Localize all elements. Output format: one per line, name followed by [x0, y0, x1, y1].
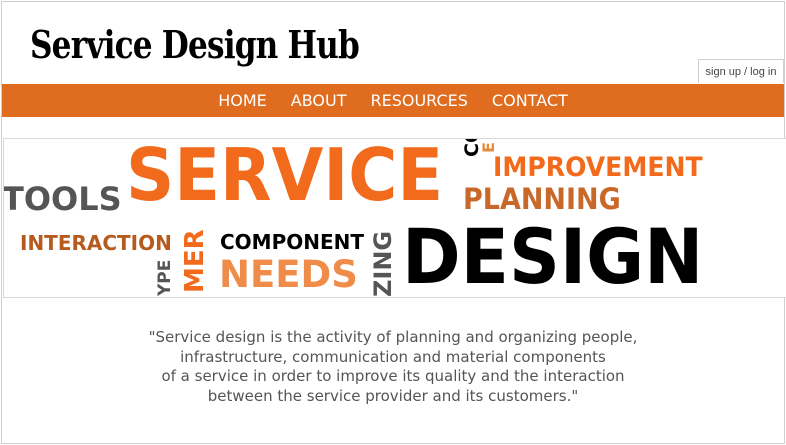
- word-needs: NEEDS: [219, 253, 358, 296]
- word-planning: PLANNING: [463, 182, 621, 216]
- quote-line: of a service in order to improve its qua…: [161, 367, 625, 385]
- word-service: SERVICE: [126, 138, 444, 217]
- nav-about[interactable]: ABOUT: [291, 91, 347, 110]
- word-interaction: INTERACTION: [20, 231, 172, 255]
- word-design: DESIGN: [402, 212, 704, 298]
- word-tools: TOOLS: [3, 180, 122, 218]
- main-nav: HOME ABOUT RESOURCES CONTACT: [2, 84, 784, 117]
- nav-home[interactable]: HOME: [218, 91, 267, 110]
- word-mer: MER: [180, 229, 210, 293]
- signup-login-link[interactable]: sign up / log in: [698, 59, 784, 83]
- quote-line: "Service design is the activity of plann…: [148, 328, 638, 346]
- word-cloud-banner: TOOLS SERVICE CO E IMPROVEMENT PLANNING …: [3, 138, 786, 298]
- nav-resources[interactable]: RESOURCES: [370, 91, 467, 110]
- word-improvement: IMPROVEMENT: [493, 152, 703, 183]
- word-ype: YPE: [155, 259, 175, 296]
- word-zing: ZING: [369, 230, 397, 297]
- quote-line: between the service provider and its cus…: [207, 386, 579, 405]
- site-title: Service Design Hub: [30, 22, 360, 67]
- nav-contact[interactable]: CONTACT: [492, 91, 568, 110]
- service-design-quote: "Service design is the activity of plann…: [0, 328, 786, 406]
- quote-line: infrastructure, communication and materi…: [180, 347, 606, 366]
- word-component: COMPONENT: [220, 230, 365, 254]
